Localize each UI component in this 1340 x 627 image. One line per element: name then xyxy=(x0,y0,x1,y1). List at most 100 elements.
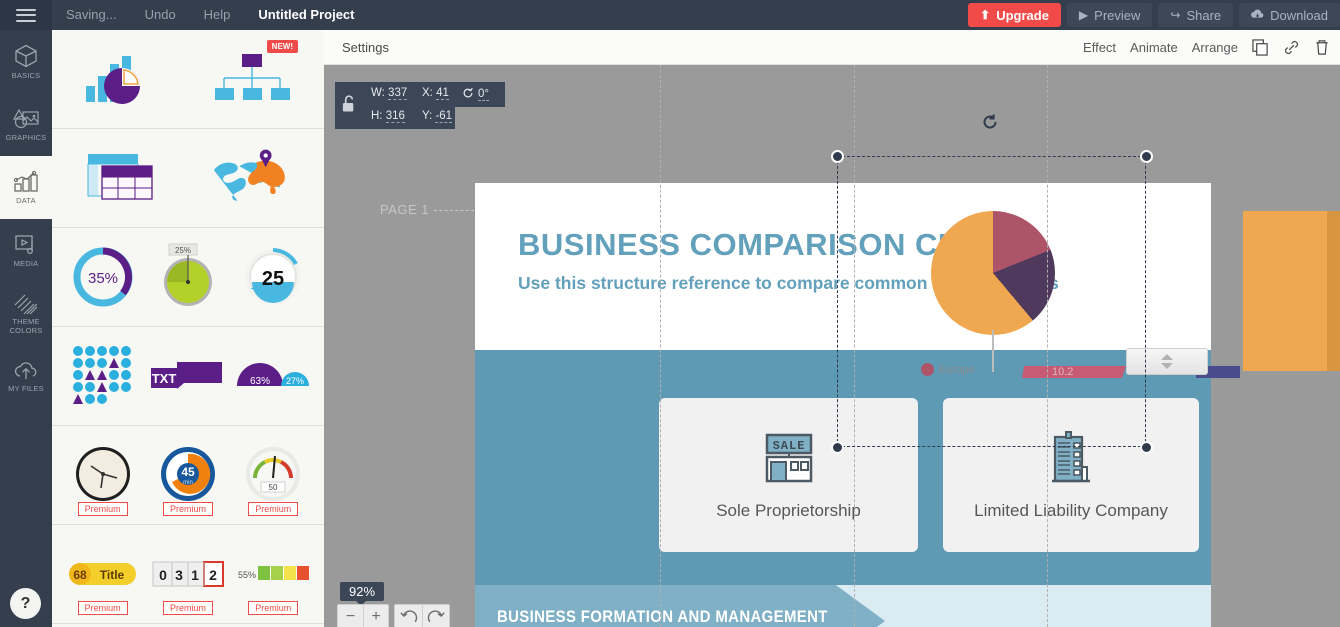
svg-text:2: 2 xyxy=(209,567,217,583)
link-icon[interactable] xyxy=(1283,39,1300,56)
library-row-table-map xyxy=(52,129,324,228)
width-value[interactable]: 337 xyxy=(388,87,408,100)
trash-icon[interactable] xyxy=(1314,39,1330,56)
sidebar-item-theme-colors[interactable]: THEME COLORS xyxy=(0,282,52,345)
app-root: Saving... Undo Help Untitled Project ⬆ U… xyxy=(0,0,1340,627)
shapes-image-icon xyxy=(12,107,40,131)
world-map-thumb[interactable] xyxy=(210,143,294,213)
selection-handle-bottom-left[interactable] xyxy=(831,441,844,454)
svg-text:TXT: TXT xyxy=(152,371,177,386)
canvas-area[interactable]: Settings Effect Animate Arrange PAGE 1 B… xyxy=(324,30,1340,627)
banner-text: BUSINESS FORMATION AND MANAGEMENT xyxy=(497,607,828,626)
download-label: Download xyxy=(1270,7,1328,23)
effect-button[interactable]: Effect xyxy=(1083,40,1116,55)
pictograph-thumb[interactable] xyxy=(61,341,145,411)
share-label: Share xyxy=(1186,7,1222,23)
slide-header-panel xyxy=(475,183,1211,350)
timer-45min-thumb[interactable]: 45 min Premium xyxy=(146,440,230,516)
library-row-counters: 68 Title Premium 0312 Premium 55% Premiu… xyxy=(52,525,324,624)
library-row-pictographs: TXT 63% 27% xyxy=(52,327,324,426)
share-button[interactable]: ↪ Share xyxy=(1158,3,1234,27)
premium-badge: Premium xyxy=(77,502,128,516)
text-callout-thumb[interactable]: TXT xyxy=(146,341,230,411)
pie-chart-element[interactable] xyxy=(931,211,1055,335)
zoom-out-button[interactable]: − xyxy=(338,605,363,627)
selection-handle-bottom-right[interactable] xyxy=(1140,441,1153,454)
help-menu-button[interactable]: Help xyxy=(190,0,245,30)
pie-gauge-thumb[interactable]: 25% xyxy=(146,242,230,312)
top-bar: Saving... Undo Help Untitled Project ⬆ U… xyxy=(0,0,1340,30)
height-label: H: xyxy=(371,110,383,122)
height-value[interactable]: 316 xyxy=(385,110,405,123)
upgrade-label: Upgrade xyxy=(996,7,1049,23)
bar-pie-chart-thumb[interactable] xyxy=(82,44,166,114)
rotate-icon[interactable] xyxy=(981,113,999,131)
org-chart-thumb[interactable]: NEW! xyxy=(210,40,298,114)
stepper-down-icon[interactable] xyxy=(1161,363,1173,369)
svg-text:0: 0 xyxy=(159,567,167,583)
card-sole-proprietorship[interactable]: SALE Sole Proprietorship xyxy=(659,398,918,552)
upgrade-button[interactable]: ⬆ Upgrade xyxy=(968,3,1061,27)
odometer-thumb[interactable]: 0312 Premium xyxy=(146,539,230,615)
unlock-icon[interactable] xyxy=(341,93,358,120)
svg-text:25: 25 xyxy=(262,268,284,290)
slide-canvas[interactable]: BUSINESS COMPARISON CHART Use this struc… xyxy=(475,183,1211,627)
card-label-limited-liability-company: Limited Liability Company xyxy=(974,500,1168,520)
hamburger-menu-button[interactable] xyxy=(0,0,52,30)
premium-badge: Premium xyxy=(248,502,299,516)
sidebar-label-my-files: MY FILES xyxy=(8,384,44,393)
semicircle-compare-thumb[interactable]: 63% 27% xyxy=(231,341,315,411)
undo-button[interactable]: Undo xyxy=(131,0,190,30)
chart-bar-element[interactable] xyxy=(1243,211,1340,371)
top-bar-actions: ⬆ Upgrade ▶ Preview ↪ Share Download xyxy=(968,0,1340,30)
sidebar-item-my-files[interactable]: MY FILES xyxy=(0,345,52,408)
rotate-cw-icon[interactable] xyxy=(422,605,449,627)
rotation-value[interactable]: 0° xyxy=(478,88,489,101)
sidebar-label-media: MEDIA xyxy=(13,259,39,268)
progress-blocks-thumb[interactable]: 55% Premium xyxy=(231,539,315,615)
library-row-gauges: 35% 25% 25 xyxy=(52,228,324,327)
project-title[interactable]: Untitled Project xyxy=(244,0,368,30)
sidebar-item-media[interactable]: MEDIA xyxy=(0,219,52,282)
stepper-control[interactable] xyxy=(1126,348,1208,375)
title-badge-thumb[interactable]: 68 Title Premium xyxy=(61,539,145,615)
library-row-charts: NEW! xyxy=(52,30,324,129)
rotate-ccw-icon[interactable] xyxy=(395,605,422,627)
mini-bar-value-label: 10.2 xyxy=(1052,366,1074,378)
svg-text:25%: 25% xyxy=(175,246,191,255)
circular-gauge-thumb[interactable]: 25 xyxy=(231,242,315,312)
mini-bar-element[interactable] xyxy=(1022,366,1126,378)
sidebar-item-basics[interactable]: BASICS xyxy=(0,30,52,93)
download-button[interactable]: Download xyxy=(1239,3,1340,27)
hamburger-icon xyxy=(16,8,36,22)
y-value[interactable]: -61 xyxy=(435,110,453,123)
arrange-button[interactable]: Arrange xyxy=(1192,40,1238,55)
selection-handle-top-left[interactable] xyxy=(831,150,844,163)
animate-button[interactable]: Animate xyxy=(1130,40,1178,55)
sidebar-item-graphics[interactable]: GRAPHICS xyxy=(0,93,52,156)
svg-text:Title: Title xyxy=(99,568,124,582)
svg-text:3: 3 xyxy=(175,567,183,583)
table-thumb[interactable] xyxy=(82,143,166,213)
speedometer-thumb[interactable]: 50 Premium xyxy=(231,440,315,516)
x-value[interactable]: 41 xyxy=(436,87,449,100)
up-arrow-icon: ⬆ xyxy=(980,8,991,22)
office-building-icon xyxy=(1042,429,1100,492)
help-circle-button[interactable]: ? xyxy=(10,588,41,619)
sidebar-item-data[interactable]: DATA xyxy=(0,156,52,219)
card-limited-liability-company[interactable]: Limited Liability Company xyxy=(943,398,1199,552)
svg-text:68: 68 xyxy=(73,568,87,582)
premium-badge: Premium xyxy=(248,601,299,615)
selection-handle-top-right[interactable] xyxy=(1140,150,1153,163)
zoom-in-button[interactable]: + xyxy=(363,605,388,627)
copy-icon[interactable] xyxy=(1252,38,1269,56)
section-banner: BUSINESS FORMATION AND MANAGEMENT xyxy=(475,585,1211,627)
donut-progress-thumb[interactable]: 35% xyxy=(61,242,145,312)
page-guide-dash xyxy=(434,210,474,211)
analog-clock-thumb[interactable]: Premium xyxy=(61,440,145,516)
page-label: PAGE 1 xyxy=(380,202,430,217)
settings-title: Settings xyxy=(342,39,389,55)
svg-text:27%: 27% xyxy=(286,376,304,386)
preview-button[interactable]: ▶ Preview xyxy=(1066,3,1153,27)
stepper-up-icon[interactable] xyxy=(1161,354,1173,360)
